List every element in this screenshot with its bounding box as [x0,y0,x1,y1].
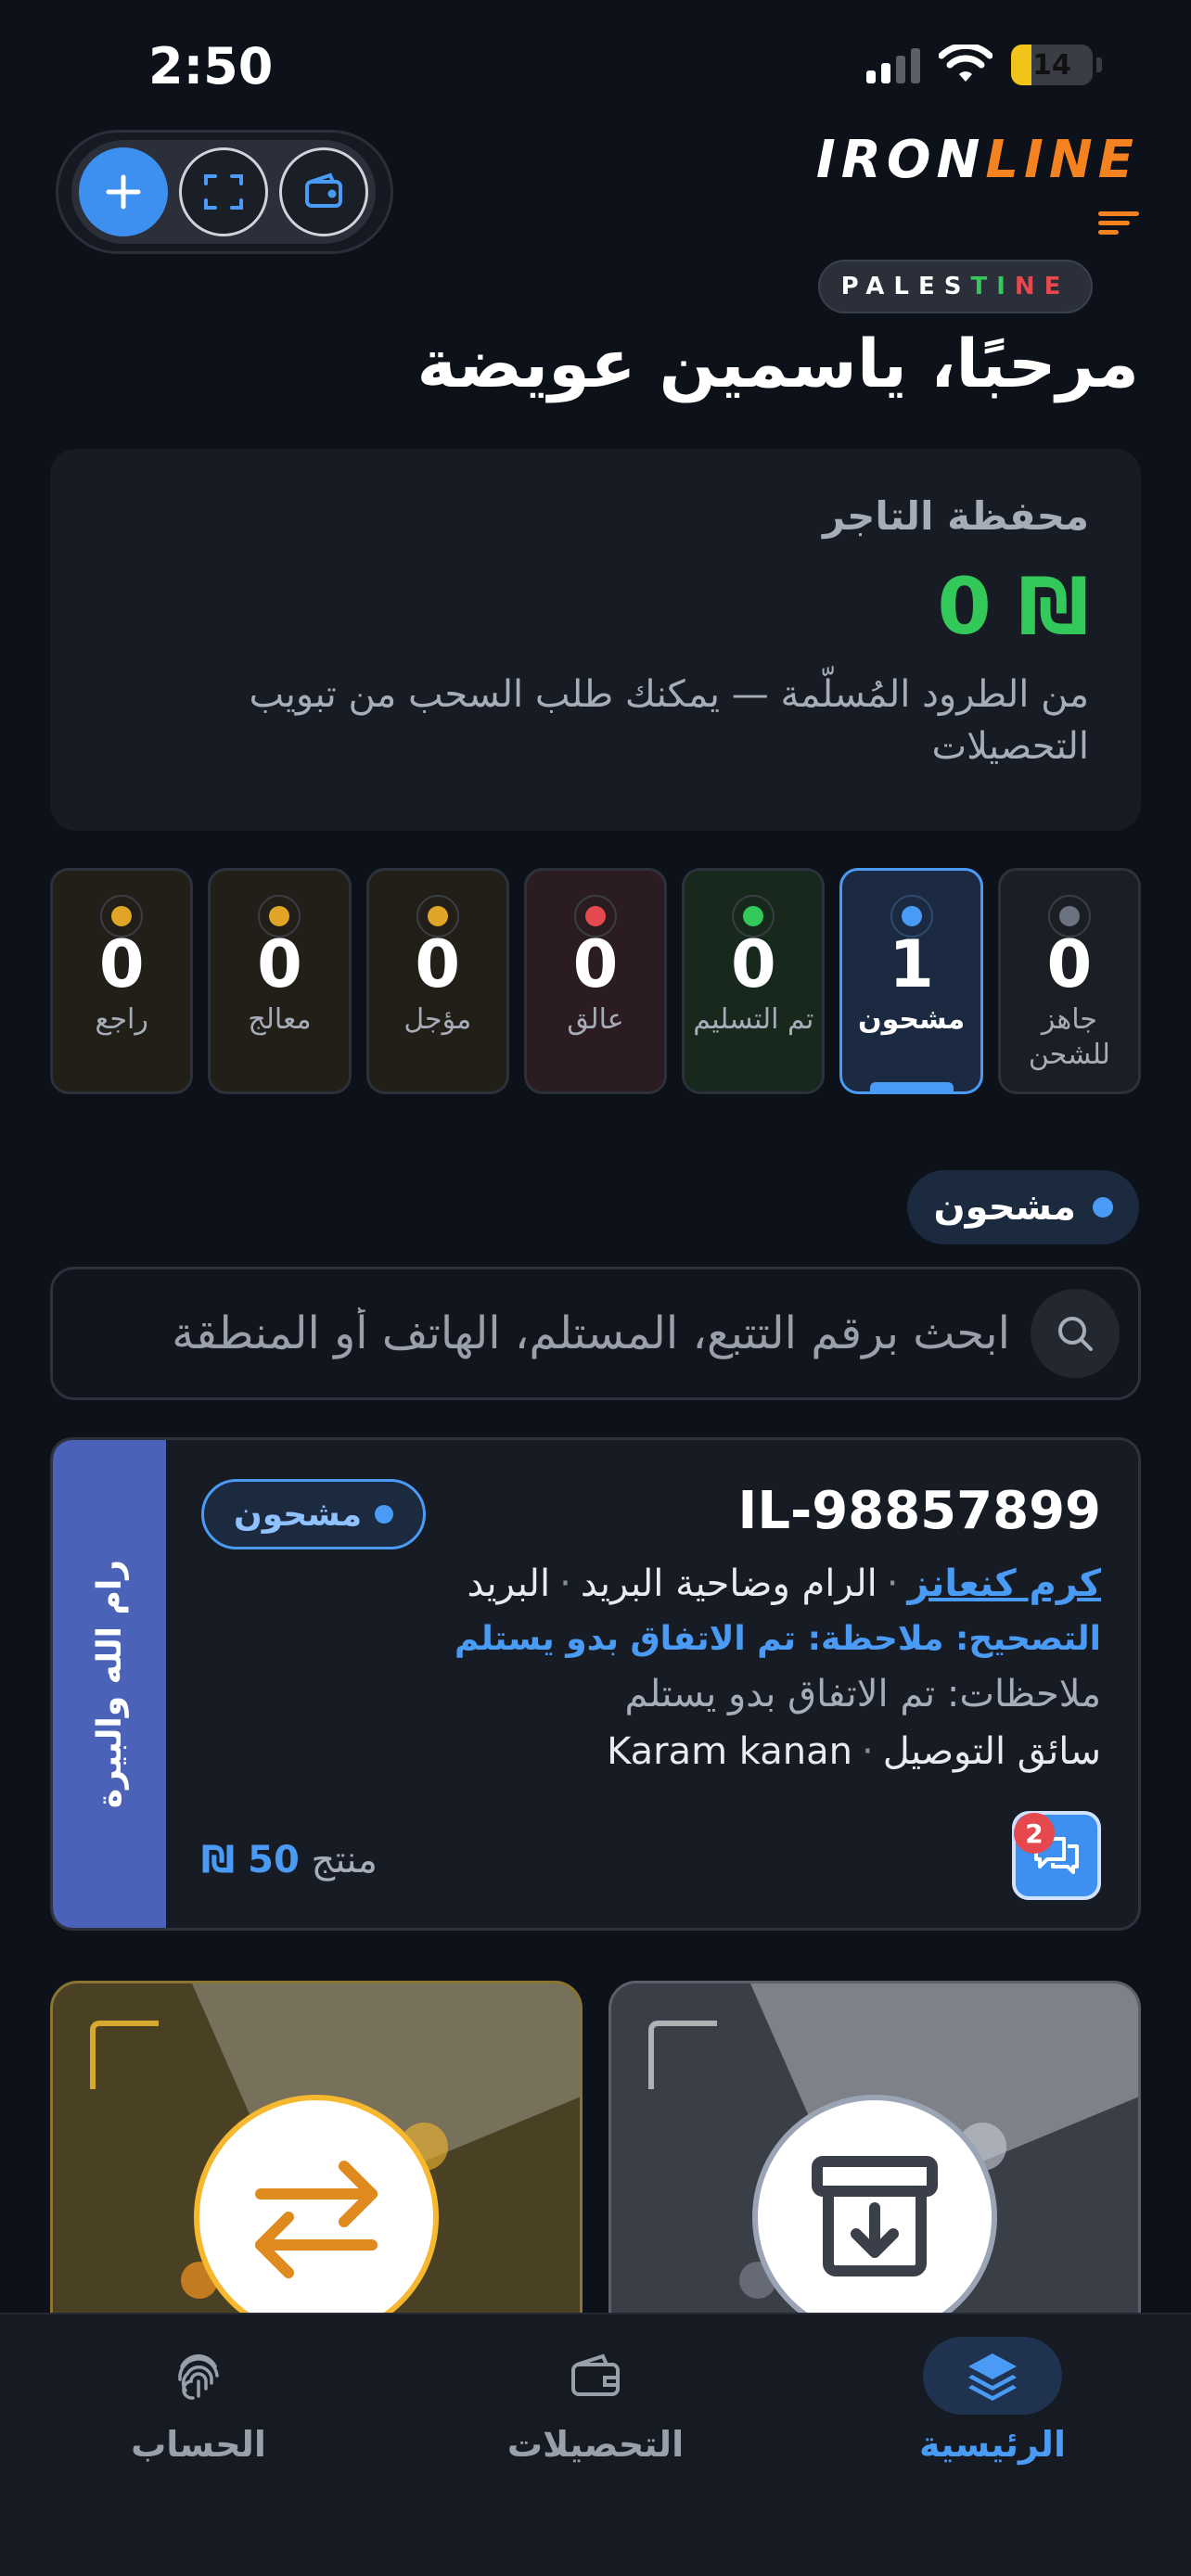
counter-shipped[interactable]: 1 مشحون [839,868,983,1094]
status-dot [1058,906,1080,926]
nav-collections[interactable]: التحصيلات [456,2337,735,2576]
nav-account-label: الحساب [131,2424,266,2465]
wallet-amount: 0 ₪ [937,561,1089,652]
counter-value: 0 [572,926,619,1002]
status-dot [111,906,133,926]
status-dot [375,1505,394,1524]
counter-returned[interactable]: 0 راجع [50,868,194,1094]
add-button[interactable] [79,147,168,236]
plus-icon [106,174,141,210]
driver-name: Karam kanan [607,1730,852,1773]
status-dot [269,906,290,926]
wallet-note: من الطرود المُسلّمة — يمكنك طلب السحب من… [249,673,1089,768]
counter-label: جاهز للشحن [1028,1003,1110,1071]
counter-ready-to-ship[interactable]: 0 جاهز للشحن [997,868,1141,1094]
corner-bracket [90,2021,159,2089]
scan-icon [204,174,243,210]
counter-value: 0 [1046,926,1093,1002]
archive-download-icon [812,2156,938,2276]
brand-logo: IRONLINE PALESTINE [768,130,1139,313]
counter-processed[interactable]: 0 معالج [208,868,352,1094]
brand-badge-text: PALESTINE [840,273,1070,300]
search-bar [50,1267,1141,1400]
wallet-title: محفظة التاجر [823,493,1089,539]
counter-label: عالق [567,1003,624,1036]
swap-arrows-icon [255,2161,378,2278]
active-indicator [869,1082,954,1091]
price-value: 50 ₪ [201,1839,300,1881]
transfer-circle [194,2095,439,2340]
wallet-button[interactable] [279,147,368,236]
receive-tile[interactable] [608,1981,1141,2352]
brand-lines-icon [1098,207,1139,239]
nav-home[interactable]: الرئيسية [853,2337,1132,2576]
counter-value: 1 [889,926,934,1002]
counter-postponed[interactable]: 0 مؤجل [365,868,509,1094]
status-dot [427,906,448,926]
price-label: منتج [311,1839,378,1881]
shipment-card[interactable]: رام الله والبيرة IL-98857899 مشحون كرم ك… [50,1437,1141,1931]
region-strip: رام الله والبيرة [53,1440,166,1928]
counter-stuck[interactable]: 0 عالق [523,868,668,1094]
filter-label: مشحون [933,1186,1076,1229]
wallet-icon [526,2337,665,2415]
shipment-area: الرام وضاحية البريد [580,1562,877,1605]
counter-value: 0 [257,926,302,1002]
nav-collections-label: التحصيلات [506,2424,685,2465]
cellular-signal-icon [866,46,920,83]
search-input[interactable] [71,1307,1031,1359]
transfer-tile[interactable] [50,1981,583,2352]
fingerprint-icon [129,2337,268,2415]
wifi-icon [939,45,992,82]
shipment-correction: التصحيح: ملاحظة: تم الاتفاق بدو يستلم [454,1620,1101,1658]
active-filter-chip[interactable]: مشحون [907,1170,1139,1244]
wallet-icon [305,172,342,208]
shipment-status-label: مشحون [234,1495,363,1534]
status-dot [901,906,922,926]
corner-bracket [648,2021,717,2089]
chat-button[interactable]: 2 [1012,1811,1101,1900]
counter-value: 0 [98,926,145,1002]
status-dot [585,906,607,926]
scan-button[interactable] [179,147,268,236]
greeting-title: مرحبًا، ياسمين عويضة [416,325,1139,402]
counter-value: 0 [730,926,776,1002]
shipment-status-badge: مشحون [201,1479,427,1549]
counter-label: راجع [95,1003,148,1036]
shipment-recipient-line: كرم كنعانز·الرام وضاحية البريد·البريد [467,1562,1101,1605]
counter-label: معالج [248,1003,312,1036]
bottom-nav: الرئيسية التحصيلات الحساب [0,2313,1191,2576]
status-time: 2:50 [148,37,274,96]
status-dot [1093,1197,1113,1218]
counter-label: مؤجل [403,1003,472,1036]
driver-label: سائق التوصيل [882,1730,1101,1773]
receive-circle [752,2095,997,2340]
layers-icon [923,2337,1062,2415]
battery-icon: 14 [1011,45,1093,85]
merchant-link[interactable]: كرم كنعانز [908,1562,1101,1605]
battery-level: 14 [1032,48,1071,82]
status-indicators: 14 [866,45,1102,85]
search-icon[interactable] [1031,1289,1120,1378]
nav-home-label: الرئيسية [919,2424,1066,2465]
brand-word-line: LINE [985,130,1139,190]
counter-label: مشحون [858,1003,966,1036]
brand-badge: PALESTINE [818,260,1093,313]
counter-label: تم التسليم [693,1003,814,1036]
shipment-subarea: البريد [467,1562,551,1605]
region-label: رام الله والبيرة [90,1559,129,1809]
brand-word-iron: IRON [815,130,986,190]
shipment-price: منتج 50 ₪ [201,1839,378,1881]
counter-delivered[interactable]: 0 تم التسليم [682,868,826,1094]
shipment-notes: ملاحظات: تم الاتفاق بدو يستلم [624,1673,1101,1715]
status-counters: 0 جاهز للشحن 1 مشحون 0 تم التسليم 0 عالق… [50,868,1141,1094]
shipment-driver-line: سائق التوصيل·Karam kanan [607,1730,1101,1773]
counter-value: 0 [415,926,461,1002]
merchant-wallet-card[interactable]: محفظة التاجر 0 ₪ من الطرود المُسلّمة — ي… [50,449,1141,831]
status-dot [743,906,764,926]
chat-unread-badge: 2 [1014,1813,1055,1854]
tracking-number: IL-98857899 [737,1481,1101,1541]
nav-account[interactable]: الحساب [59,2337,338,2576]
quick-actions [56,130,393,254]
